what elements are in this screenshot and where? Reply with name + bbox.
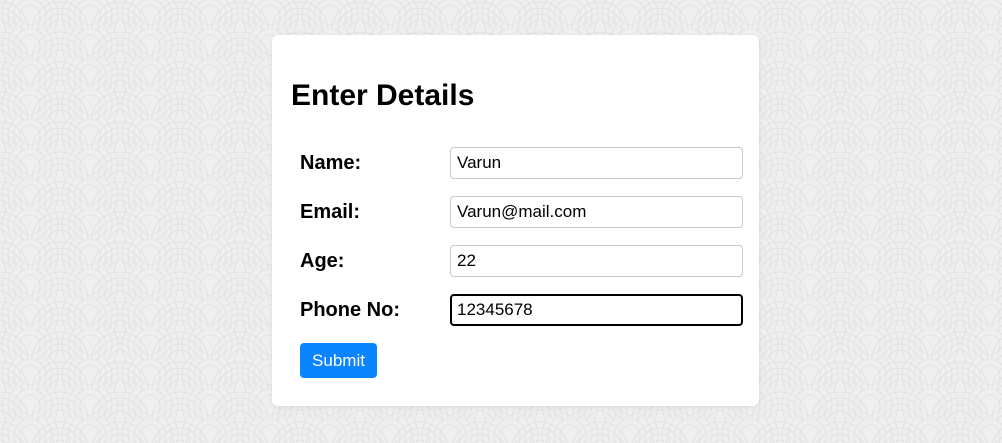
name-label: Name: (300, 152, 362, 174)
submit-button[interactable]: Submit (300, 343, 377, 378)
name-input[interactable] (450, 147, 743, 179)
form-title: Enter Details (291, 79, 475, 112)
email-input[interactable] (450, 196, 743, 228)
details-form-card: Enter Details Name: Email: Age: Phone No… (272, 35, 759, 406)
email-label: Email: (300, 201, 361, 223)
age-label: Age: (300, 250, 345, 272)
phone-label: Phone No: (300, 299, 400, 321)
age-input[interactable] (450, 245, 743, 277)
phone-input[interactable] (450, 294, 743, 326)
